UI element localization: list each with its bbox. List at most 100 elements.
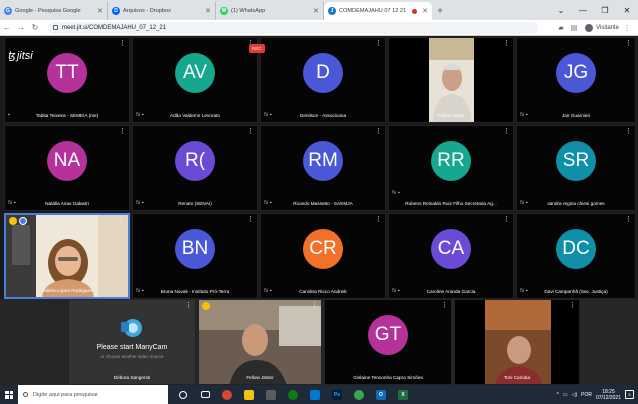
tab-title: COMDEMAJAHU 07 12 21 [339, 8, 407, 14]
search-placeholder: Digite aqui para pesquisar [33, 391, 98, 398]
restore-icon[interactable]: ❐ [594, 0, 616, 20]
profile-avatar-icon [585, 23, 594, 32]
participant-tile[interactable]: RM ℕ ▪ Ricardo Massetto - SAEMJA ⋮ [260, 125, 386, 211]
tile-menu-icon[interactable]: ⋮ [247, 128, 254, 135]
start-button[interactable] [0, 385, 18, 404]
close-tab-icon[interactable]: ✕ [205, 7, 211, 15]
participant-tile-video[interactable]: Fellow Jitster ⋮ [388, 37, 514, 123]
tab-jitsi-meeting[interactable]: J COMDEMAJAHU 07 12 21 ✕ [324, 2, 432, 20]
language-indicator[interactable]: POR [581, 392, 592, 398]
tile-menu-icon[interactable]: ⋮ [118, 217, 125, 224]
task-view-icon[interactable] [194, 385, 216, 404]
notification-center-icon[interactable]: 5 [625, 390, 634, 399]
store-icon[interactable] [260, 385, 282, 404]
participant-name: Toni Cariuba [503, 375, 531, 380]
chrome-icon[interactable] [216, 385, 238, 404]
participant-tile[interactable]: NA ℕ ▪ Natália Arias Galastri ⋮ [4, 125, 130, 211]
tile-menu-icon[interactable]: ⋮ [119, 128, 126, 135]
clock[interactable]: 18:25 07/12/2021 [596, 389, 621, 401]
volume-icon[interactable]: ◁) [572, 392, 578, 398]
lock-icon [53, 25, 58, 30]
tab-google[interactable]: G Google - Pesquisa Google ✕ [0, 2, 108, 20]
participant-tile[interactable]: CR ℕ ▪ Carolina Ricco Andreik ⋮ [260, 213, 386, 299]
tile-menu-icon[interactable]: ⋮ [625, 40, 632, 47]
participant-tile-video[interactable]: Valéria Lopes Rodrigues ⋮ [4, 213, 130, 299]
meeting-stage: ꜩ jitsi REC TT ▪ Tabita Teixeira - SEMEI… [0, 37, 638, 385]
tab-dropbox[interactable]: D Arquivos - Dropbox ✕ [108, 2, 216, 20]
tile-menu-icon[interactable]: ⋮ [375, 40, 382, 47]
browser-menu-icon[interactable]: ⋮ [622, 23, 632, 33]
participant-tile[interactable]: R( ℕ ▪ Renato (SENAI) ⋮ [132, 125, 258, 211]
chrome-active-icon[interactable] [348, 385, 370, 404]
participant-name: Davi Campanhã (Sec. Justiça) [544, 289, 608, 294]
whatsapp-favicon-icon: W [220, 7, 228, 15]
participant-tile[interactable]: SR ℕ ▪ sandra regina chiesi gomes ⋮ [516, 125, 636, 211]
mail-icon[interactable] [304, 385, 326, 404]
address-bar[interactable]: meet.jit.si/COMDEMAJAHU_07_12_21 [48, 21, 538, 34]
tile-menu-icon[interactable]: ⋮ [375, 216, 382, 223]
tile-menu-icon[interactable]: ⋮ [503, 216, 510, 223]
participant-tile[interactable]: DC ℕ ▪ Davi Campanhã (Sec. Justiça) ⋮ [516, 213, 636, 299]
outlook-icon[interactable]: O [370, 385, 392, 404]
participant-tile[interactable]: GT Gislaine Tenconha Capra Simões ⋮ [324, 299, 452, 385]
participant-tile-video[interactable]: Toni Cariuba ⋮ [454, 299, 580, 385]
tab-title: Arquivos - Dropbox [123, 8, 171, 14]
participant-name: Bruna Novak - Instituto Pró-Terra [160, 289, 230, 294]
jitsi-logo-icon: ꜩ [8, 50, 16, 62]
raised-hand-icon [9, 217, 17, 225]
extensions-icon[interactable]: ▤ [569, 23, 579, 33]
jitsi-logo-text: jitsi [16, 49, 33, 62]
close-tab-icon[interactable]: ✕ [422, 7, 428, 15]
participant-tile-video[interactable]: Please start ManyCam or choose another v… [68, 299, 196, 385]
tile-menu-icon[interactable]: ⋮ [441, 302, 448, 309]
photoshop-icon[interactable]: Ps [326, 385, 348, 404]
close-window-icon[interactable]: ✕ [616, 0, 638, 20]
back-icon[interactable]: ← [0, 21, 14, 35]
camera-permission-icon[interactable]: ▰ [556, 23, 566, 33]
participant-name: Fellow Jitster [246, 375, 274, 380]
tile-menu-icon[interactable]: ⋮ [119, 40, 126, 47]
close-tab-icon[interactable]: ✕ [313, 7, 319, 15]
tray-overflow-icon[interactable]: ^ [557, 392, 559, 398]
tile-menu-icon[interactable]: ⋮ [625, 128, 632, 135]
tab-search-icon[interactable]: ⌄ [550, 0, 572, 20]
participant-tile[interactable]: BN ℕ ▪ Bruna Novak - Instituto Pró-Terra … [132, 213, 258, 299]
tile-menu-icon[interactable]: ⋮ [569, 302, 576, 309]
participant-tile-video[interactable]: Fellow Jitster ⋮ [198, 299, 322, 385]
participant-tile[interactable]: AV ℕ▪ Adão Valdemir Levorato ⋮ [132, 37, 258, 123]
profile-button[interactable]: Visitante [585, 23, 619, 32]
minimize-icon[interactable]: — [572, 0, 594, 20]
tile-menu-icon[interactable]: ⋮ [375, 128, 382, 135]
close-tab-icon[interactable]: ✕ [97, 7, 103, 15]
tile-menu-icon[interactable]: ⋮ [503, 40, 510, 47]
cortana-icon[interactable] [172, 385, 194, 404]
tile-menu-icon[interactable]: ⋮ [311, 302, 318, 309]
excel-icon[interactable]: X [392, 385, 414, 404]
xbox-icon[interactable] [282, 385, 304, 404]
tile-menu-icon[interactable]: ⋮ [247, 216, 254, 223]
new-tab-button[interactable]: + [432, 2, 448, 20]
network-icon[interactable]: ▭ [563, 392, 568, 398]
avatar: TT [47, 53, 87, 94]
url-text: meet.jit.si/COMDEMAJAHU_07_12_21 [62, 24, 167, 31]
reload-icon[interactable]: ↻ [28, 21, 42, 35]
participant-tile[interactable]: RR ℕ ▪ Rubens Reinaldo Ruiz Filho Secreta… [388, 125, 514, 211]
tile-menu-icon[interactable]: ⋮ [185, 302, 192, 309]
avatar: JG [556, 53, 596, 94]
participant-tile[interactable]: CA ℕ ▪ Caroline Aranda Garcia ⋮ [388, 213, 514, 299]
browser-tabstrip: G Google - Pesquisa Google ✕ D Arquivos … [0, 0, 638, 20]
participant-video [389, 38, 513, 122]
tile-menu-icon[interactable]: ⋮ [625, 216, 632, 223]
forward-icon[interactable]: → [14, 21, 28, 35]
file-explorer-icon[interactable] [238, 385, 260, 404]
tile-menu-icon[interactable]: ⋮ [503, 128, 510, 135]
tab-whatsapp[interactable]: W (1) WhatsApp ✕ [216, 2, 324, 20]
participant-tile[interactable]: JG ℕ ▪ Jair Guarnieri ⋮ [516, 37, 636, 123]
recording-badge: REC [249, 44, 265, 53]
participant-name: Renato (SENAI) [178, 201, 212, 206]
recording-dot-icon [412, 8, 418, 14]
participant-tile[interactable]: D ℕ ▪ Denilson - Associcana ⋮ [260, 37, 386, 123]
avatar: DC [556, 229, 596, 270]
taskbar-search[interactable]: Digite aqui para pesquisar [18, 385, 168, 404]
participant-name: Valéria Lopes Rodrigues [41, 288, 93, 293]
